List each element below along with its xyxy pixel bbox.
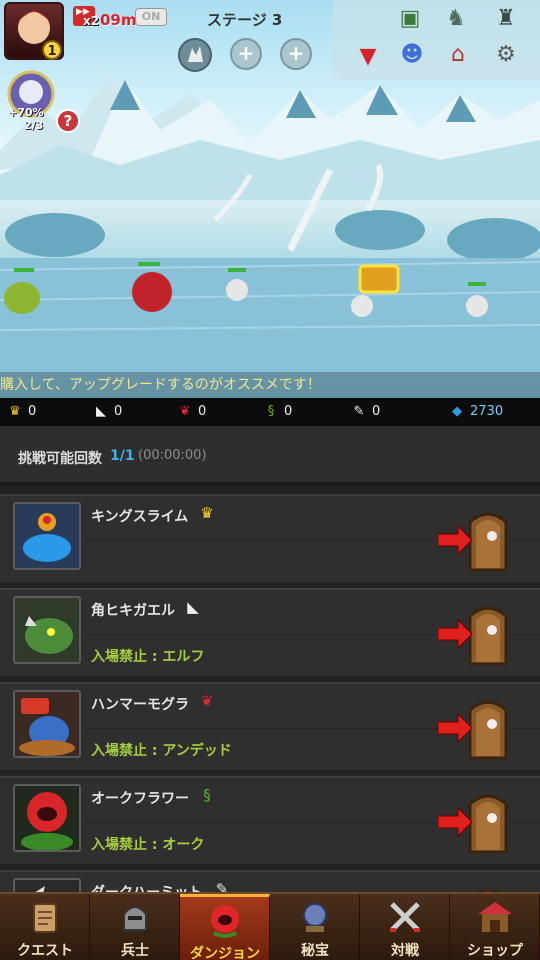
enter-dungeon-button[interactable] <box>437 696 510 760</box>
feather-icon: ✎ <box>353 404 365 419</box>
house-alert-icon[interactable]: ⌂ <box>443 40 473 70</box>
door-with-arrow-icon <box>437 794 508 854</box>
empty-skill-slot-1[interactable]: + <box>230 38 262 70</box>
resource-red-claw: ❦ 0 <box>176 398 207 426</box>
friends-icon[interactable]: ☻ <box>397 40 427 70</box>
resource-vine: § 0 <box>262 398 293 426</box>
stage-title: ステージ 3 <box>207 11 283 29</box>
entry-ban: 入場禁止 : アンデッド <box>91 743 232 759</box>
wolf-skill-icon <box>188 46 203 62</box>
scroll-icon <box>33 903 57 933</box>
fang-icon: ◣ <box>187 598 199 616</box>
app-root: 1 ▶▶ x2 09m ON ステージ 3 + + ▣ ♞ ♜ ▼ ☻ ⌂ ⚙ <box>0 0 540 960</box>
speed-button[interactable]: ▶▶ x2 <box>73 6 99 28</box>
vine-icon: § <box>203 786 211 804</box>
top-right-panel: ▣ ♞ ♜ ▼ ☻ ⌂ ⚙ <box>333 0 540 80</box>
tab-label: ショップ <box>467 943 523 959</box>
door-with-arrow-icon <box>437 700 508 760</box>
tab-dungeon[interactable]: ダンジョン <box>180 894 270 960</box>
door-with-arrow-icon <box>437 512 508 572</box>
crossed-swords-icon <box>390 902 420 932</box>
feather-icon: ✎ <box>215 880 229 892</box>
auto-toggle[interactable]: ON <box>135 8 167 26</box>
resource-crown: ♛ 0 <box>6 398 36 426</box>
resource-fang: ◣ 0 <box>92 398 122 426</box>
tab-quest[interactable]: クエスト <box>0 894 90 960</box>
attempts-label: 挑戦可能回数 <box>18 451 102 467</box>
tab-label: 対戦 <box>391 943 419 959</box>
red-claw-icon: ❦ <box>179 404 191 419</box>
tab-label: クエスト <box>17 943 73 959</box>
dungeon-name: キングスライム <box>91 509 189 525</box>
entry-ban: 入場禁止 : エルフ <box>91 649 205 665</box>
hero-skill-slot[interactable] <box>178 38 212 72</box>
crown-icon: ♛ <box>200 504 214 522</box>
player-level-badge: 1 <box>42 40 62 60</box>
tab-label: 秘宝 <box>301 943 329 959</box>
resource-diamond: ◆ 2730 <box>448 398 503 426</box>
diamond-icon: ◆ <box>452 404 462 419</box>
tab-shop[interactable]: ショップ <box>450 894 540 960</box>
horned-toad-thumbnail <box>13 596 81 664</box>
resource-feather: ✎ 0 <box>350 398 381 426</box>
dungeon-row[interactable]: ハンマーモグラ ❦ 入場禁止 : アンデッド <box>0 682 540 770</box>
tip-ticker: 購入して、アップグレードするのがオススメです！ <box>0 372 540 398</box>
pet-badge[interactable]: +70% 2/3 <box>2 68 60 132</box>
dungeon-name: 角ヒキガエル <box>91 603 175 619</box>
fang-icon: ◣ <box>96 404 106 419</box>
dropdown-triangle-icon[interactable]: ▼ <box>353 42 383 72</box>
dungeon-list: 挑戦可能回数 1/1 (00:00:00) キングスライム ♛ 角ヒキガエル ◣… <box>0 426 540 892</box>
crown-icon: ♛ <box>9 404 21 419</box>
dungeon-name: オークフラワー <box>91 791 189 807</box>
dungeon-row[interactable]: オークフラワー § 入場禁止 : オーク <box>0 776 540 864</box>
door-with-arrow-icon <box>437 606 508 666</box>
pet-bonus: +70% <box>8 106 44 119</box>
bottom-nav: クエスト 兵士 ダンジョン 秘宝 対戦 ショップ <box>0 892 540 960</box>
knight-helmet-icon <box>123 906 147 931</box>
settings-gear-icon[interactable]: ⚙ <box>491 40 521 70</box>
tab-treasure[interactable]: 秘宝 <box>270 894 360 960</box>
winged-helmet-icon[interactable]: ♞ <box>441 4 471 34</box>
tab-label: 兵士 <box>121 943 149 959</box>
enter-dungeon-button[interactable] <box>437 790 510 854</box>
king-slime-thumbnail <box>13 502 81 570</box>
monster-flower-icon <box>211 905 239 938</box>
red-claw-icon: ❦ <box>200 692 214 710</box>
boost-timer: 09m <box>100 11 137 29</box>
battle-scene: 1 ▶▶ x2 09m ON ステージ 3 + + ▣ ♞ ♜ ▼ ☻ ⌂ ⚙ <box>0 0 540 398</box>
shop-stall-icon <box>478 902 512 932</box>
pet-count: 2/3 <box>24 119 44 132</box>
help-button[interactable]: ? <box>56 109 80 133</box>
player-avatar[interactable]: 1 <box>4 2 64 60</box>
tab-battle[interactable]: 対戦 <box>360 894 450 960</box>
dungeon-row[interactable]: 角ヒキガエル ◣ 入場禁止 : エルフ <box>0 588 540 676</box>
attempts-header: 挑戦可能回数 1/1 (00:00:00) <box>0 426 540 486</box>
enter-dungeon-button[interactable] <box>438 884 510 892</box>
gift-box-icon[interactable]: ▣ <box>395 4 425 34</box>
tab-label: ダンジョン <box>190 946 260 960</box>
orc-flower-thumbnail <box>13 784 81 852</box>
empty-skill-slot-2[interactable]: + <box>280 38 312 70</box>
dungeon-name: ハンマーモグラ <box>91 697 189 713</box>
dungeon-row[interactable]: ダークハーミット ✎ <box>0 870 540 892</box>
orb-icon <box>303 903 327 932</box>
enter-dungeon-button[interactable] <box>437 508 510 572</box>
attempts-value: 1/1 <box>110 448 135 464</box>
enter-dungeon-button[interactable] <box>437 602 510 666</box>
door-icon <box>475 888 501 892</box>
entry-ban: 入場禁止 : オーク <box>91 837 205 853</box>
dragon-icon[interactable]: ♜ <box>491 4 521 34</box>
resource-bar: ♛ 0 ◣ 0 ❦ 0 § 0 ✎ 0 ◆ 2730 <box>0 398 540 426</box>
hammer-mole-thumbnail <box>13 690 81 758</box>
dark-hermit-thumbnail <box>13 878 81 892</box>
dungeon-name: ダークハーミット <box>91 882 202 892</box>
dungeon-row[interactable]: キングスライム ♛ <box>0 494 540 582</box>
vine-icon: § <box>267 404 275 419</box>
speed-multiplier: x2 <box>83 14 100 28</box>
tab-soldiers[interactable]: 兵士 <box>90 894 180 960</box>
attempts-timer: (00:00:00) <box>138 448 207 463</box>
